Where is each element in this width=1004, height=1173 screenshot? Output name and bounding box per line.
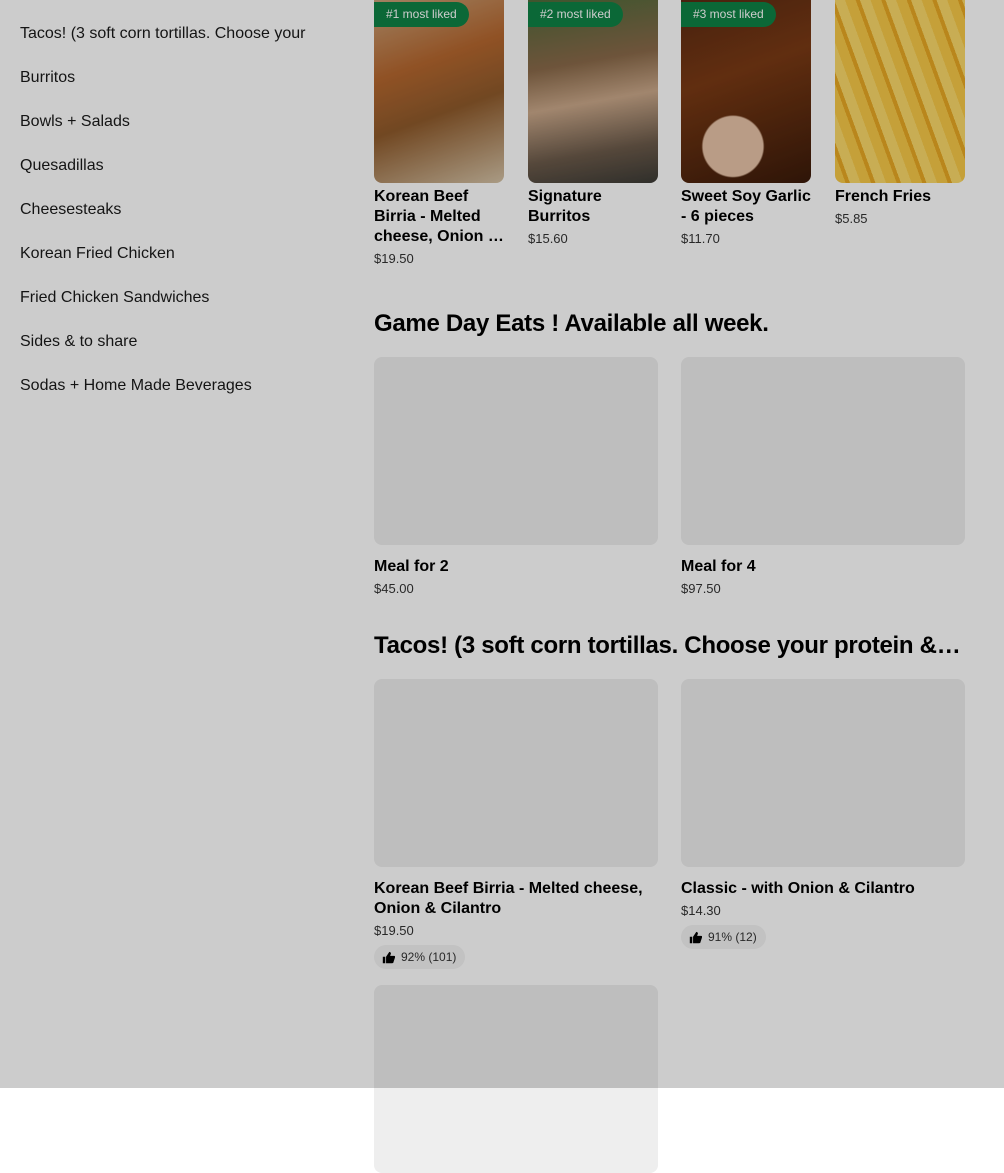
sidebar-item-korean-fried-chicken[interactable]: Korean Fried Chicken — [20, 242, 175, 266]
item-photo — [835, 0, 965, 183]
menu-item-card[interactable] — [374, 985, 658, 1173]
rank-badge: #3 most liked — [681, 2, 776, 27]
sidebar-item-sides[interactable]: Sides & to share — [20, 330, 137, 354]
menu-item-card[interactable]: Classic - with Onion & Cilantro $14.30 9… — [681, 679, 965, 949]
sidebar-item-tacos[interactable]: Tacos! (3 soft corn tortillas. Choose yo… — [20, 22, 305, 46]
rating-text: 91% (12) — [708, 930, 757, 944]
item-photo: #1 most liked — [374, 0, 504, 183]
menu-item-card[interactable]: Meal for 4 $97.50 — [681, 357, 965, 599]
section-title: Game Day Eats ! Available all week. — [374, 310, 769, 337]
sidebar-item-bowls-salads[interactable]: Bowls + Salads — [20, 110, 130, 134]
item-price: $97.50 — [681, 581, 721, 596]
item-price: $15.60 — [528, 231, 568, 246]
rank-badge: #1 most liked — [374, 2, 469, 27]
item-name: Sweet Soy Garlic - 6 pieces — [681, 188, 811, 225]
sidebar-item-burritos[interactable]: Burritos — [20, 66, 75, 90]
item-photo-placeholder — [681, 357, 965, 545]
item-name: French Fries — [835, 188, 932, 205]
menu-item-card[interactable]: Korean Beef Birria - Melted cheese, Onio… — [374, 679, 658, 969]
item-photo-placeholder — [681, 679, 965, 867]
popular-item-card[interactable]: #2 most liked Signature Burritos $15.60 — [528, 0, 658, 249]
item-name: Meal for 2 — [374, 558, 449, 575]
sidebar-item-cheesesteaks[interactable]: Cheesesteaks — [20, 198, 121, 222]
sidebar-item-fried-chicken-sandwiches[interactable]: Fried Chicken Sandwiches — [20, 286, 209, 310]
item-price: $5.85 — [835, 211, 868, 226]
rating-pill: 91% (12) — [681, 925, 766, 949]
rating-pill: 92% (101) — [374, 945, 466, 969]
popular-item-card[interactable]: #1 most liked Korean Beef Birria - Melte… — [374, 0, 504, 269]
rating-text: 92% (101) — [401, 950, 457, 964]
item-photo-placeholder — [374, 985, 658, 1173]
item-price: $14.30 — [681, 903, 721, 918]
item-name: Meal for 4 — [681, 558, 756, 575]
section-title: Tacos! (3 soft corn tortillas. Choose yo… — [374, 632, 964, 659]
menu-item-card[interactable]: Meal for 2 $45.00 — [374, 357, 658, 599]
sidebar-item-quesadillas[interactable]: Quesadillas — [20, 154, 104, 178]
thumbs-up-icon — [689, 931, 702, 943]
item-photo-placeholder — [374, 679, 658, 867]
item-photo: #2 most liked — [528, 0, 658, 183]
item-name: Classic - with Onion & Cilantro — [681, 880, 915, 897]
item-photo: #3 most liked — [681, 0, 811, 183]
item-price: $19.50 — [374, 251, 414, 266]
item-photo-placeholder — [374, 357, 658, 545]
item-name: Signature Burritos — [528, 188, 602, 225]
sidebar-item-sodas[interactable]: Sodas + Home Made Beverages — [20, 374, 252, 398]
popular-item-card[interactable]: #3 most liked Sweet Soy Garlic - 6 piece… — [681, 0, 811, 249]
item-name: Korean Beef Birria - Melted cheese, Onio… — [374, 880, 643, 917]
item-price: $11.70 — [681, 231, 720, 246]
item-price: $45.00 — [374, 581, 414, 596]
item-price: $19.50 — [374, 923, 414, 938]
thumbs-up-icon — [382, 951, 395, 963]
rank-badge: #2 most liked — [528, 2, 623, 27]
popular-item-card[interactable]: French Fries $5.85 — [835, 0, 965, 229]
item-name: Korean Beef Birria - Melted cheese, Onio… — [374, 188, 500, 245]
